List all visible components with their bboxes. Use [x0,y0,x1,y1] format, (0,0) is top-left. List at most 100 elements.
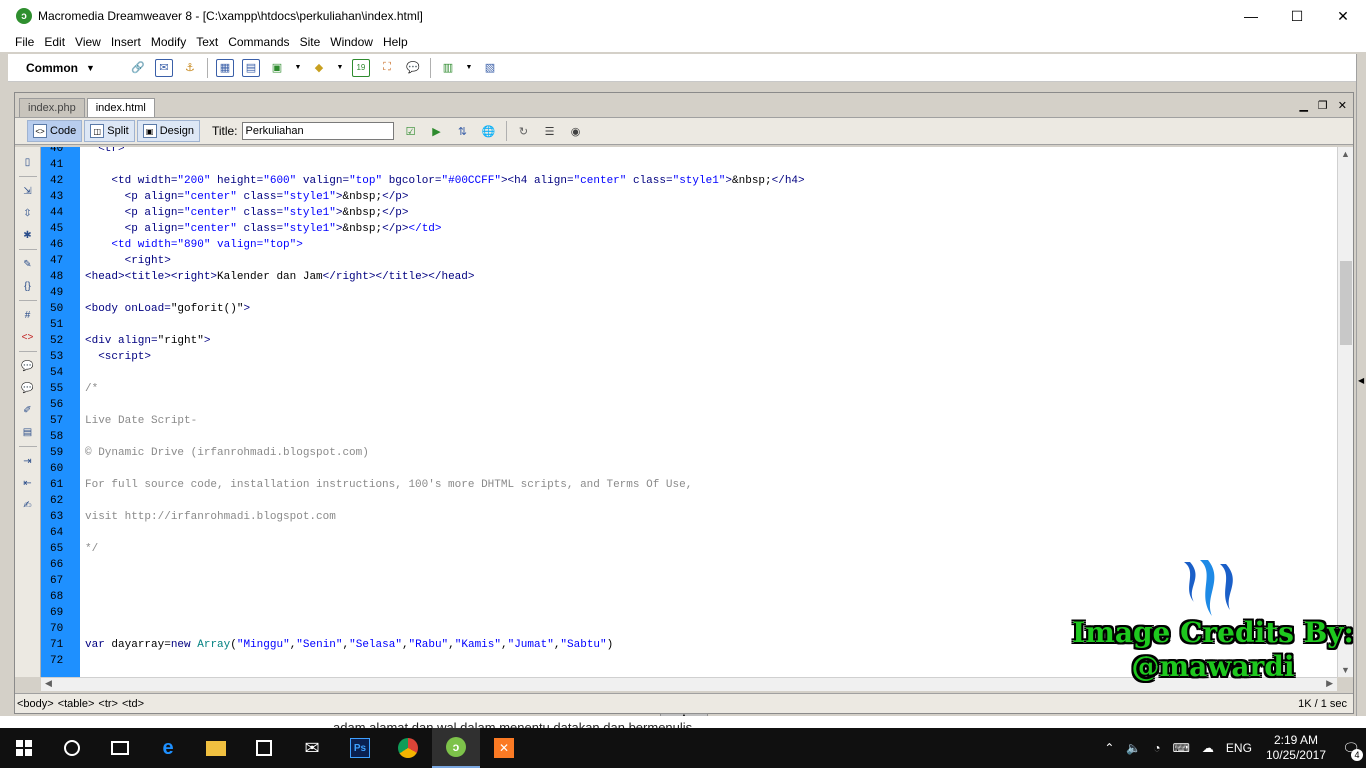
start-button[interactable] [0,728,48,768]
apply-comment-icon[interactable]: 💬 [20,358,36,374]
action-center-button[interactable]: 🗨 4 [1336,728,1366,768]
code-line[interactable]: 58 [41,429,1337,445]
menu-edit[interactable]: Edit [39,35,70,49]
language-indicator[interactable]: ENG [1226,741,1252,755]
search-button[interactable] [48,728,96,768]
collapse-full-tag-icon[interactable]: ⇲ [20,183,36,199]
visual-aids-icon[interactable]: ◉ [567,122,585,140]
doc-close-icon[interactable]: ✕ [1338,99,1347,112]
collapse-selection-icon[interactable]: ⇳ [20,205,36,221]
tag-td[interactable]: <td> [122,698,144,710]
task-view-button[interactable] [96,728,144,768]
code-line[interactable]: 52 <div align="right"> [41,333,1337,349]
code-line[interactable]: 54 [41,365,1337,381]
date-icon[interactable]: 19 [351,58,370,77]
outdent-code-icon[interactable]: ⇤ [20,475,36,491]
taskbar-store[interactable] [240,728,288,768]
scroll-up-icon[interactable]: ▲ [1341,149,1350,159]
minimize-button[interactable]: — [1228,0,1274,32]
dropdown-arrow-icon[interactable]: ▼ [465,59,473,77]
select-parent-tag-icon[interactable]: ✎ [20,256,36,272]
email-link-icon[interactable]: ✉ [154,58,173,77]
tab-index-php[interactable]: index.php [19,98,85,117]
code-line[interactable]: 65 */ [41,541,1337,557]
show-hidden-icons-icon[interactable]: ⌃ [1104,741,1114,755]
expand-panel-icon[interactable]: ◀ [1358,376,1364,385]
split-view-button[interactable]: ◫ Split [84,120,135,142]
code-line[interactable]: 56 [41,397,1337,413]
code-line[interactable]: 62 [41,493,1337,509]
code-line[interactable]: 46 <td width="890" valign="top"> [41,237,1337,253]
menu-modify[interactable]: Modify [146,35,191,49]
taskbar-chrome[interactable] [384,728,432,768]
code-line[interactable]: 53 <script> [41,349,1337,365]
tag-body[interactable]: <body> [17,698,54,710]
onedrive-icon[interactable]: ☁ [1202,741,1214,755]
tag-table[interactable]: <table> [58,698,95,710]
balance-braces-icon[interactable]: {} [20,278,36,294]
document-title-input[interactable] [241,122,394,140]
media-icon[interactable]: ◆ [310,59,328,77]
code-line[interactable]: 47 <right> [41,253,1337,269]
file-management-icon[interactable]: ⇅ [454,122,472,140]
image-icon[interactable]: ▣ [268,59,286,77]
scrollbar-thumb[interactable] [1340,261,1352,345]
code-line[interactable]: 60 [41,461,1337,477]
expand-all-icon[interactable]: ✱ [20,227,36,243]
browser-check-icon[interactable]: ☑ [402,122,420,140]
code-line[interactable]: 42 <td width="200" height="600" valign="… [41,173,1337,189]
menu-site[interactable]: Site [295,35,326,49]
line-numbers-icon[interactable]: # [20,307,36,323]
code-line[interactable]: 44 <p align="center" class="style1">&nbs… [41,205,1337,221]
refresh-icon[interactable]: ↻ [515,122,533,140]
volume-icon[interactable]: 🔈 [1126,741,1141,755]
code-line[interactable]: 59 © Dynamic Drive (irfanrohmadi.blogspot… [41,445,1337,461]
head-content-icon[interactable]: ▥ [439,59,457,77]
named-anchor-icon[interactable]: ⚓ [181,59,199,77]
scroll-left-icon[interactable]: ◀ [45,678,52,689]
layer-icon[interactable]: ▤ [241,58,260,77]
taskbar-mail[interactable]: ✉ [288,728,336,768]
taskbar-photoshop[interactable]: Ps [336,728,384,768]
remove-comment-icon[interactable]: 💬 [20,380,36,396]
code-line[interactable]: 49 [41,285,1337,301]
wrap-tag-icon[interactable]: ✐ [20,402,36,418]
comment-icon[interactable]: 💬 [404,59,422,77]
menu-view[interactable]: View [70,35,106,49]
menu-text[interactable]: Text [191,35,223,49]
recent-snippets-icon[interactable]: ▤ [20,424,36,440]
taskbar-file-explorer[interactable] [192,728,240,768]
tag-tr[interactable]: <tr> [98,698,118,710]
maximize-button[interactable]: ☐ [1274,0,1320,32]
hyperlink-icon[interactable]: 🔗 [129,59,147,77]
code-line[interactable]: 48 <head><title><right>Kalender dan Jam</… [41,269,1337,285]
code-line[interactable]: 40 <tr> [41,147,1337,157]
code-line[interactable]: 63 visit http://irfanrohmadi.blogspot.com [41,509,1337,525]
open-documents-icon[interactable]: ▯ [20,154,36,170]
code-line[interactable]: 45 <p align="center" class="style1">&nbs… [41,221,1337,237]
taskbar-edge[interactable]: e [144,728,192,768]
menu-insert[interactable]: Insert [106,35,146,49]
validate-markup-icon[interactable]: ▶ [428,122,446,140]
clock[interactable]: 2:19 AM 10/25/2017 [1266,733,1326,763]
preview-in-browser-icon[interactable]: 🌐 [480,122,498,140]
format-source-icon[interactable]: ✍ [20,497,36,513]
dropdown-arrow-icon[interactable]: ▼ [294,59,302,77]
code-line[interactable]: 50 <body onLoad="goforit()"> [41,301,1337,317]
code-line[interactable]: 57 Live Date Script- [41,413,1337,429]
network-icon[interactable]: ◔ [1153,741,1160,755]
taskbar-dreamweaver[interactable]: ↄ [432,728,480,768]
doc-restore-icon[interactable]: ❐ [1318,99,1328,112]
code-view-button[interactable]: <> Code [27,120,83,142]
templates-icon[interactable]: ▧ [481,59,499,77]
indent-code-icon[interactable]: ⇥ [20,453,36,469]
menu-commands[interactable]: Commands [223,35,294,49]
close-button[interactable]: ✕ [1320,0,1366,32]
dropdown-arrow-icon[interactable]: ▼ [336,59,344,77]
code-line[interactable]: 43 <p align="center" class="style1">&nbs… [41,189,1337,205]
code-line[interactable]: 51 [41,317,1337,333]
server-side-include-icon[interactable]: ⛶ [378,59,396,77]
menu-file[interactable]: File [10,35,39,49]
design-view-button[interactable]: ▣ Design [136,120,200,142]
code-line[interactable]: 64 [41,525,1337,541]
